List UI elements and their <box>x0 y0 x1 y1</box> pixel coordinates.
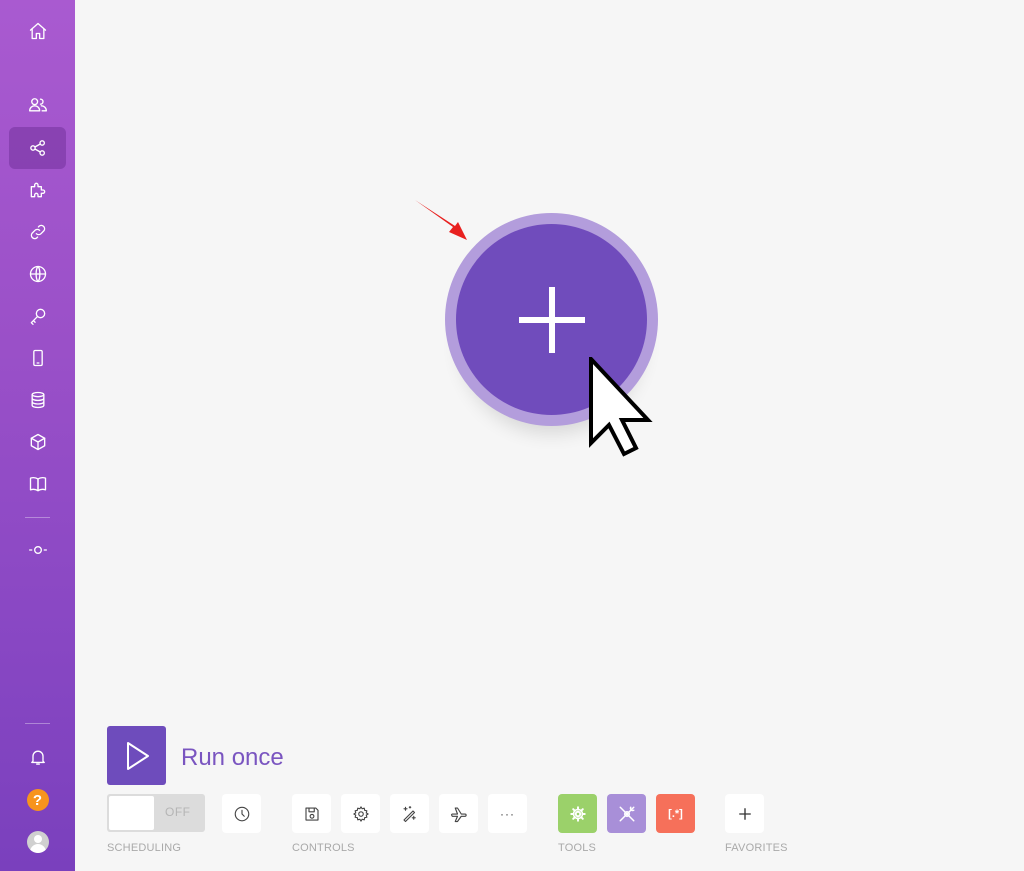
mouse-cursor-icon <box>589 357 653 457</box>
schedule-settings-button[interactable] <box>222 794 261 833</box>
toggle-state: OFF <box>165 805 191 819</box>
flow-control-gear-icon <box>569 805 586 822</box>
sidebar-item-keys[interactable] <box>9 295 66 337</box>
sidebar-item-docs[interactable] <box>9 463 66 505</box>
more-button[interactable]: ··· <box>488 794 527 833</box>
scenario-canvas[interactable] <box>75 0 1024 871</box>
avatar <box>26 831 49 853</box>
explain-flow-button[interactable] <box>439 794 478 833</box>
sidebar-item-scenarios[interactable] <box>9 127 66 169</box>
sidebar-item-home[interactable] <box>9 10 66 52</box>
commit-icon <box>28 546 47 554</box>
database-icon <box>31 391 44 409</box>
save-icon <box>304 806 319 821</box>
text-parser-icon: [.*] <box>668 807 683 820</box>
sidebar: ? <box>0 0 75 871</box>
clock-icon <box>234 806 249 821</box>
globe-icon <box>29 265 46 283</box>
link-icon <box>30 224 45 240</box>
favorites-label: FAVORITES <box>725 842 788 854</box>
tools-label: TOOLS <box>558 842 597 854</box>
more-icon: ··· <box>500 806 515 821</box>
tool-tools[interactable] <box>607 794 646 833</box>
book-icon <box>29 476 46 492</box>
sidebar-item-data-stores[interactable] <box>9 379 66 421</box>
sidebar-item-templates[interactable] <box>9 169 66 211</box>
magic-wand-icon <box>402 805 416 822</box>
bell-icon <box>30 750 45 765</box>
notifications-button[interactable] <box>9 736 66 778</box>
sidebar-item-webhooks[interactable] <box>9 253 66 295</box>
tool-text-parser[interactable]: [.*] <box>656 794 695 833</box>
mobile-icon <box>32 349 43 367</box>
plus-icon <box>518 286 585 353</box>
sidebar-divider <box>25 517 50 518</box>
controls-label: CONTROLS <box>292 842 355 854</box>
wrench-screwdriver-icon <box>619 806 634 821</box>
help-icon: ? <box>26 789 49 811</box>
home-icon <box>29 22 46 40</box>
red-arrow-icon <box>415 200 467 240</box>
sidebar-item-teams[interactable] <box>9 84 66 126</box>
scheduling-toggle[interactable]: OFF <box>107 794 205 832</box>
add-favorite-button[interactable] <box>725 794 764 833</box>
plus-icon <box>738 807 751 820</box>
play-icon <box>126 741 149 770</box>
sidebar-item-devices[interactable] <box>9 337 66 379</box>
auto-align-button[interactable] <box>390 794 429 833</box>
gear-icon <box>352 805 369 822</box>
sidebar-item-connections[interactable] <box>9 211 66 253</box>
toggle-knob <box>109 796 154 830</box>
users-icon <box>28 98 47 112</box>
profile-button[interactable] <box>9 821 66 863</box>
sidebar-item-commits[interactable] <box>9 529 66 571</box>
sidebar-item-data-structures[interactable] <box>9 421 66 463</box>
share-icon <box>29 140 45 156</box>
airplane-icon <box>450 806 467 822</box>
scheduling-label: SCHEDULING <box>107 842 182 854</box>
sidebar-divider <box>25 723 50 724</box>
puzzle-icon <box>30 182 45 198</box>
save-button[interactable] <box>292 794 331 833</box>
run-once-label[interactable]: Run once <box>181 744 284 772</box>
run-once-button[interactable] <box>107 726 166 785</box>
help-button[interactable]: ? <box>9 779 66 821</box>
key-icon <box>30 308 45 325</box>
tool-flow-control[interactable] <box>558 794 597 833</box>
cube-icon <box>30 433 45 451</box>
scenario-settings-button[interactable] <box>341 794 380 833</box>
